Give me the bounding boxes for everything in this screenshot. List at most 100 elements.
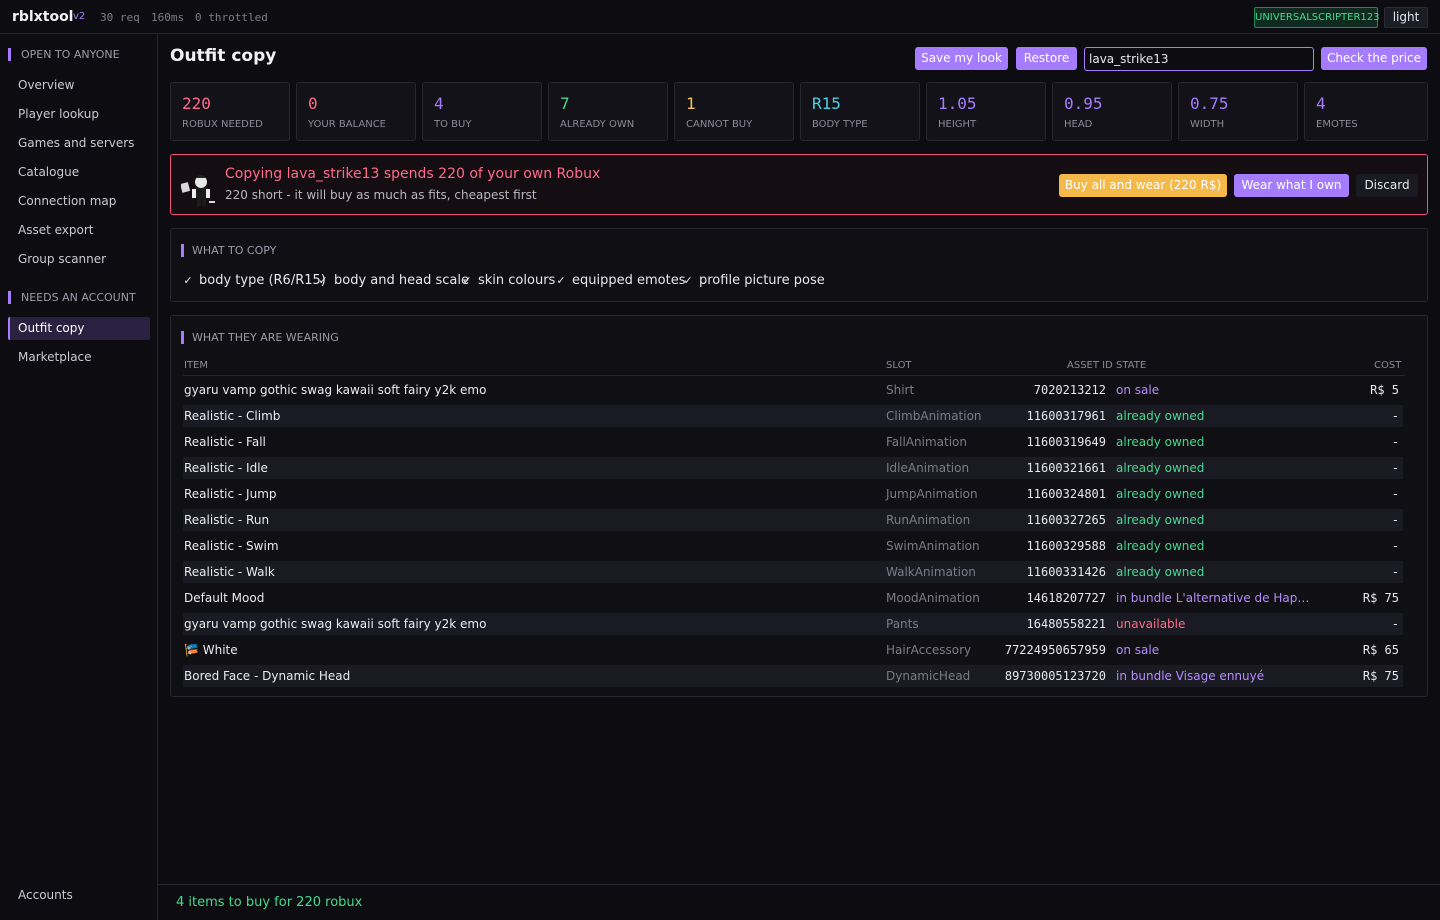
item-state: already owned <box>1116 409 1205 423</box>
stat-height: 1.05 HEIGHT <box>926 82 1046 141</box>
sidebar-item-group-scanner[interactable]: Group scanner <box>8 248 150 271</box>
sidebar-item-games-and-servers[interactable]: Games and servers <box>8 132 150 155</box>
item-cost: - <box>1391 617 1399 631</box>
option-label: body and head scale <box>334 273 469 288</box>
sidebar-item-accounts[interactable]: Accounts <box>8 884 150 907</box>
stat-label: HEIGHT <box>938 119 977 130</box>
option-equipped-emotes[interactable]: ✓ equipped emotes <box>555 273 685 288</box>
sidebar-item-asset-export[interactable]: Asset export <box>8 219 150 242</box>
column-header-slot: SLOT <box>886 360 912 371</box>
stat-cannot-buy: 1 CANNOT BUY <box>674 82 794 141</box>
item-cost: - <box>1391 565 1399 579</box>
checkmark-icon[interactable]: ✓ <box>682 275 694 287</box>
stat-value: 0 <box>308 94 318 113</box>
page-title: Outfit copy <box>170 46 277 66</box>
sidebar-item-marketplace[interactable]: Marketplace <box>8 346 150 369</box>
item-name: 🎏 White <box>184 643 238 657</box>
column-header-item: ITEM <box>184 360 209 371</box>
discard-button[interactable]: Discard <box>1356 174 1418 197</box>
footer-bar: 4 items to buy for 220 robux <box>158 884 1440 920</box>
username-input[interactable] <box>1084 47 1314 71</box>
slot-name: HairAccessory <box>886 643 972 657</box>
stat-value: 220 <box>182 94 211 113</box>
asset-id: 11600327265 <box>1026 513 1106 527</box>
item-state: already owned <box>1116 435 1205 449</box>
header-divider <box>183 375 1405 376</box>
item-name: Realistic - Climb <box>184 409 281 423</box>
item-name: Realistic - Fall <box>184 435 266 449</box>
column-header-state: STATE <box>1116 360 1147 371</box>
save-my-look-button[interactable]: Save my look <box>915 47 1008 70</box>
app-brand[interactable]: rblxtool <box>12 9 73 25</box>
stat-label: TO BUY <box>434 119 472 130</box>
top-bar: rblxtool v2 30 req 160ms 0 throttled UNI… <box>0 0 1440 34</box>
table-row[interactable]: 🎏 White HairAccessory 77224950657959 on sal… <box>183 639 1403 661</box>
buy-all-and-wear-button[interactable]: Buy all and wear (220 R$) <box>1059 174 1227 197</box>
stat-value: 1 <box>686 94 696 113</box>
check-price-button[interactable]: Check the price <box>1321 47 1427 70</box>
slot-name: IdleAnimation <box>886 461 970 475</box>
table-row[interactable]: Realistic - Walk WalkAnimation 11600331426… <box>183 561 1403 583</box>
throttled-count: 0 throttled <box>195 11 268 24</box>
slot-name: DynamicHead <box>886 669 971 683</box>
table-row[interactable]: Realistic - Swim SwimAnimation 11600329588… <box>183 535 1403 557</box>
option-body-head-scale[interactable]: ✓ body and head scale <box>317 273 469 288</box>
asset-id: 11600331426 <box>1026 565 1106 579</box>
theme-toggle-button[interactable]: light <box>1384 7 1428 28</box>
checkmark-icon[interactable]: ✓ <box>555 275 567 287</box>
sidebar-item-connection-map[interactable]: Connection map <box>8 190 150 213</box>
slot-name: JumpAnimation <box>886 487 978 501</box>
table-row[interactable]: Realistic - Climb ClimbAnimation 116003179… <box>183 405 1403 427</box>
item-state: already owned <box>1116 513 1205 527</box>
option-profile-picture-pose[interactable]: ✓ profile picture pose <box>682 273 824 288</box>
checkmark-icon[interactable]: ✓ <box>182 275 194 287</box>
item-cost: R$ 75 <box>1362 591 1399 605</box>
asset-id: 16480558221 <box>1026 617 1106 631</box>
table-row[interactable]: gyaru vamp gothic swag kawaii soft fairy… <box>183 379 1403 401</box>
sidebar-item-player-lookup[interactable]: Player lookup <box>8 103 150 126</box>
wear-what-i-own-button[interactable]: Wear what I own <box>1234 174 1349 197</box>
item-cost: - <box>1391 435 1399 449</box>
stat-your-balance: 0 YOUR BALANCE <box>296 82 416 141</box>
table-row[interactable]: Realistic - Jump JumpAnimation 11600324801… <box>183 483 1403 505</box>
asset-id: 11600321661 <box>1026 461 1106 475</box>
user-badge[interactable]: UNIVERSALSCRIPTER123 <box>1254 7 1380 28</box>
asset-id: 89730005123720 <box>1004 669 1106 683</box>
latency: 160ms <box>151 11 185 24</box>
stat-label: WIDTH <box>1190 119 1225 130</box>
request-count: 30 req <box>100 11 140 24</box>
asset-id: 11600324801 <box>1026 487 1106 501</box>
table-row[interactable]: Realistic - Run RunAnimation 11600327265 al… <box>183 509 1403 531</box>
table-row[interactable]: Realistic - Fall FallAnimation 11600319649… <box>183 431 1403 453</box>
table-row[interactable]: Default Mood MoodAnimation 14618207727 in b… <box>183 587 1403 609</box>
table-row[interactable]: Realistic - Idle IdleAnimation 11600321661… <box>183 457 1403 479</box>
stat-value: 0.95 <box>1064 94 1103 113</box>
table-row[interactable]: gyaru vamp gothic swag kawaii soft fairy… <box>183 613 1403 635</box>
slot-name: RunAnimation <box>886 513 971 527</box>
stat-value: 0.75 <box>1190 94 1229 113</box>
slot-name: SwimAnimation <box>886 539 980 553</box>
panel-heading: WHAT TO COPY <box>181 244 276 257</box>
stat-value: 7 <box>560 94 570 113</box>
item-state: already owned <box>1116 565 1205 579</box>
option-skin-colours[interactable]: ✓ skin colours <box>461 273 555 288</box>
avatar-icon <box>181 175 215 206</box>
item-state: in bundle Visage ennuyé <box>1116 669 1265 683</box>
sidebar-item-catalogue[interactable]: Catalogue <box>8 161 150 184</box>
checkmark-icon[interactable]: ✓ <box>317 275 329 287</box>
option-body-type[interactable]: ✓ body type (R6/R15) <box>182 273 325 288</box>
table-row[interactable]: Bored Face - Dynamic Head DynamicHead 8973… <box>183 665 1403 687</box>
restore-button[interactable]: Restore <box>1016 47 1077 70</box>
panel-heading: WHAT THEY ARE WEARING <box>181 331 339 344</box>
option-label: skin colours <box>478 273 556 288</box>
purchase-summary: 4 items to buy for 220 robux <box>176 895 363 910</box>
option-label: equipped emotes <box>572 273 686 288</box>
column-header-cost: COST <box>1374 360 1402 371</box>
alert-title: Copying lava_strike13 spends 220 of your… <box>225 166 601 182</box>
sidebar-item-outfit-copy[interactable]: Outfit copy <box>8 317 150 340</box>
stat-label: EMOTES <box>1316 119 1358 130</box>
item-name: Bored Face - Dynamic Head <box>184 669 351 683</box>
stat-value: 1.05 <box>938 94 977 113</box>
checkmark-icon[interactable]: ✓ <box>461 275 473 287</box>
sidebar-item-overview[interactable]: Overview <box>8 74 150 97</box>
